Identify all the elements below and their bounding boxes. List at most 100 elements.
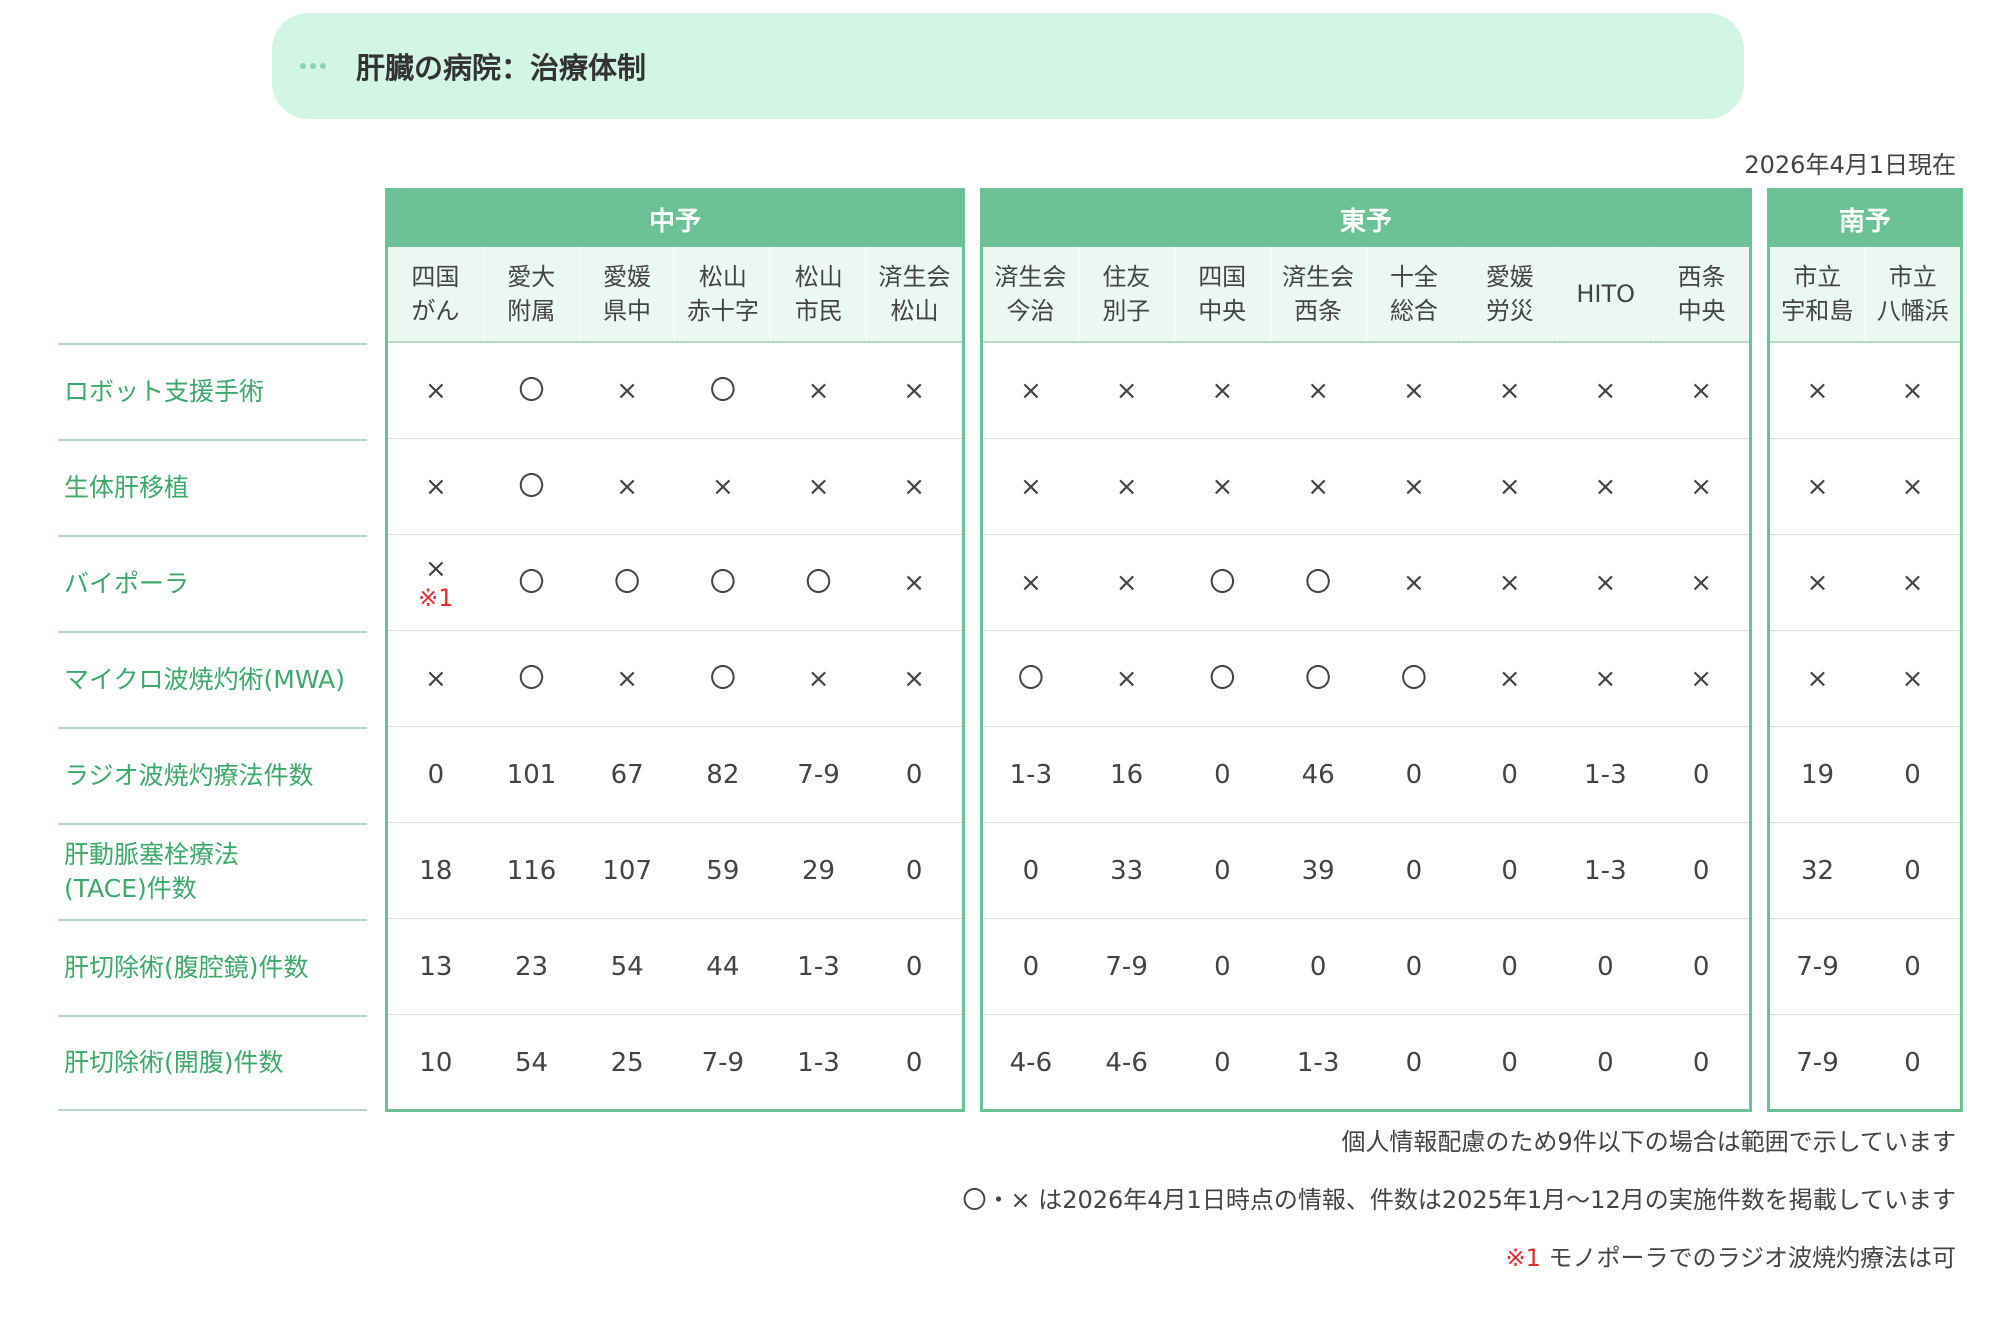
cell-value: 〇 — [1017, 663, 1044, 694]
region-header: 南予 — [1770, 191, 1960, 247]
table-cell: × — [866, 631, 962, 726]
table-cell: 0 — [866, 727, 962, 822]
table-row: 0 7-9 0 0 0 0 0 0 — [983, 919, 1749, 1015]
footnotes: 個人情報配慮のため9件以下の場合は範囲で示しています 〇・× は2026年4月1… — [962, 1122, 1956, 1296]
footnote-monopolar: ※1 モノポーラでのラジオ波焼灼療法は可 — [962, 1238, 1956, 1296]
cell-value: × — [807, 471, 830, 502]
table-cell: 0 — [1558, 1015, 1654, 1111]
table-row: × ※1 〇〇〇〇 × — [388, 535, 962, 631]
cell-value: × — [1594, 375, 1617, 406]
hospital-header-row: 市立 宇和島 市立 八幡浜 — [1770, 247, 1960, 343]
cell-value: 0 — [1597, 951, 1614, 982]
cell-value: 0 — [905, 759, 923, 790]
table-cell: 0 — [1366, 919, 1462, 1014]
table-cell: × — [1462, 439, 1558, 534]
cell-value: × — [1115, 375, 1138, 406]
table-cell: 1-3 — [1270, 1015, 1366, 1111]
table-cell: 7-9 — [1770, 919, 1865, 1014]
cell-value: 〇 — [805, 567, 832, 598]
table-row: × × × × × × × × — [983, 343, 1749, 439]
table-cell: 〇 — [1270, 535, 1366, 630]
table-cell: 〇 — [579, 535, 675, 630]
table-row: × × — [1770, 439, 1960, 535]
cell-value: 〇 — [1400, 663, 1427, 694]
table-cell: 〇 — [1366, 631, 1462, 726]
cell-value: 54 — [514, 1048, 549, 1078]
table-cell: × — [1558, 343, 1654, 438]
cell-value: × — [424, 375, 447, 406]
cell-value: 4-6 — [1009, 1048, 1053, 1078]
cell-value: 101 — [506, 759, 557, 790]
table-row: 0 101 67 82 7-9 0 — [388, 727, 962, 823]
cell-value: × — [1806, 567, 1829, 598]
cell-value: 〇 — [518, 471, 545, 502]
cell-value: 19 — [1800, 759, 1835, 790]
cell-value: 〇 — [518, 567, 545, 598]
cell-value: 0 — [1501, 855, 1518, 886]
region-group-toyo: 東予 済生会 今治 住友 別子 四国 中央 済生会 西条 十全 総合 愛媛 労災 HITO 西条… — [980, 188, 1752, 1112]
cell-value: 107 — [602, 855, 652, 886]
table-row: × × 〇 〇 × × × × — [983, 535, 1749, 631]
row-label: 肝動脈塞栓療法 (TACE)件数 — [58, 823, 367, 919]
table-cell: 0 — [1865, 1015, 1960, 1111]
table-cell: 0 — [1175, 727, 1271, 822]
table-cell: 13 — [388, 919, 484, 1014]
cell-value: 44 — [706, 951, 740, 982]
table-cell: 1-3 — [771, 1015, 867, 1111]
cell-value: × — [1690, 567, 1713, 598]
cell-value: × — [1690, 663, 1713, 694]
cell-value: 29 — [801, 855, 836, 886]
footnote-range: 個人情報配慮のため9件以下の場合は範囲で示しています — [1341, 1128, 1956, 1156]
table-cell: 0 — [1653, 823, 1749, 918]
table-cell: 29 — [771, 823, 867, 918]
table-cell: × — [866, 343, 962, 438]
cell-value: × — [1019, 567, 1042, 598]
cell-value: 0 — [1022, 951, 1040, 982]
table-cell: × — [1653, 535, 1749, 630]
cell-value: × — [616, 663, 639, 694]
table-cell: × — [866, 439, 962, 534]
row-label: 肝切除術(腹腔鏡)件数 — [58, 919, 367, 1015]
table-cell: × — [866, 535, 962, 630]
table-cell: 0 — [1366, 823, 1462, 918]
hospital-header-row: 済生会 今治 住友 別子 四国 中央 済生会 西条 十全 総合 愛媛 労災 HITO 西条 中… — [983, 247, 1749, 343]
cell-value: × — [616, 375, 639, 406]
table-cell: × — [675, 439, 771, 534]
table-cell: 1-3 — [983, 727, 1079, 822]
table-cell: 〇 — [675, 343, 771, 438]
table-cell: 0 — [866, 1015, 962, 1111]
cell-value: 〇 — [709, 663, 736, 694]
table-cell: 116 — [484, 823, 580, 918]
table-row: × × — [1770, 631, 1960, 727]
cell-value: × — [1690, 471, 1713, 502]
cell-value: 0 — [905, 951, 923, 982]
cell-value: 0 — [1692, 759, 1710, 790]
cell-value: 0 — [1692, 1048, 1710, 1078]
cell-value: 46 — [1301, 759, 1335, 790]
table-cell: 54 — [579, 919, 675, 1014]
region-group-nanyo: 南予 市立 宇和島 市立 八幡浜 × × × × × × × × 19 0 32 0 7-9 0 7-9 0 — [1767, 188, 1963, 1112]
table-cell: 〇 — [675, 631, 771, 726]
table-cell: × — [1865, 343, 1960, 438]
table-cell: 4-6 — [983, 1015, 1079, 1111]
cell-value: 〇 — [1305, 663, 1332, 694]
table-cell: 0 — [1865, 727, 1960, 822]
table-cell: 1-3 — [771, 919, 867, 1014]
cell-value: 116 — [506, 855, 557, 886]
cell-value: 〇 — [518, 663, 545, 694]
table-cell: 〇 — [1270, 631, 1366, 726]
cell-value: 39 — [1301, 855, 1335, 886]
cell-value: 0 — [1022, 855, 1040, 886]
cell-value: 13 — [419, 951, 453, 982]
cell-value: 59 — [706, 855, 740, 886]
cell-value: × — [1901, 663, 1924, 694]
cell-value: 0 — [1405, 855, 1423, 886]
table-cell: × — [983, 535, 1079, 630]
cell-value: 0 — [1405, 1048, 1423, 1078]
hospital-name: 市立 八幡浜 — [1876, 263, 1949, 325]
cell-value: × — [1019, 471, 1042, 502]
table-cell: × — [1865, 439, 1960, 534]
cell-value: × — [424, 663, 447, 694]
cell-value: 0 — [905, 1048, 923, 1078]
cell-value: × — [1115, 663, 1138, 694]
